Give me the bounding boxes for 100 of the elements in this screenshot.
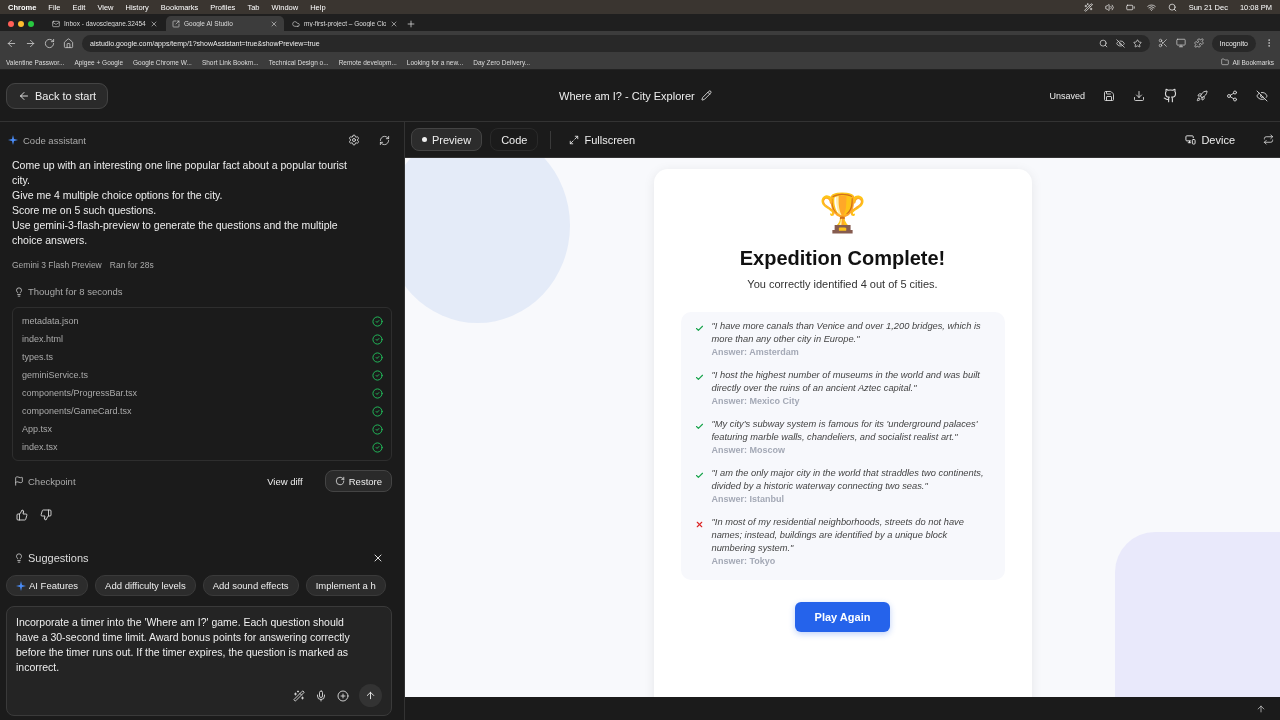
wand-icon[interactable] bbox=[293, 689, 305, 702]
thought-time: Thought for 8 seconds bbox=[28, 286, 123, 297]
folder-icon bbox=[1221, 58, 1230, 66]
mail-icon bbox=[52, 19, 60, 28]
arrow-left-icon bbox=[18, 89, 30, 102]
github-icon[interactable] bbox=[1163, 88, 1178, 103]
result-summary: You correctly identified 4 out of 5 cities. bbox=[747, 278, 938, 290]
forward-icon[interactable] bbox=[25, 37, 36, 49]
thumbs-up-icon[interactable] bbox=[16, 509, 28, 521]
file-name: components/GameCard.tsx bbox=[22, 406, 132, 416]
sparkle-icon bbox=[16, 580, 26, 591]
volume-icon bbox=[1104, 2, 1114, 12]
flag-icon bbox=[14, 476, 24, 486]
fullscreen-button[interactable]: Fullscreen bbox=[563, 133, 642, 146]
app-icon bbox=[172, 19, 180, 28]
prompt-message: Give me 4 multiple choice options for the city. bbox=[11, 188, 224, 203]
eye-off-icon[interactable] bbox=[1256, 89, 1268, 102]
eye-off-icon bbox=[1115, 38, 1125, 48]
fact-text: "In most of my residential neighborhoods, streets do not have names; instead, buildings are identified by a unique block numbering system." bbox=[711, 516, 965, 555]
back-button[interactable]: Back to start bbox=[6, 82, 109, 109]
wand-icon bbox=[1083, 2, 1093, 12]
close-icon[interactable] bbox=[390, 19, 398, 28]
prompt-input[interactable]: Incorporate a timer into the 'Where am I?' game. Each question should have a 30-second time limit. Award bonus points for answering correctly before the timer runs out. If the timer expires, the question is marked as incorrect. bbox=[6, 606, 392, 716]
monitor-icon[interactable] bbox=[1175, 38, 1186, 48]
file-name: index.tsx bbox=[22, 442, 58, 452]
file-name: metadata.json bbox=[22, 316, 79, 326]
download-icon[interactable] bbox=[1133, 89, 1145, 102]
search-icon bbox=[1167, 2, 1177, 12]
file-name: components/ProgressBar.tsx bbox=[22, 388, 138, 398]
expand-icon bbox=[569, 134, 580, 145]
zoom-icon bbox=[1098, 38, 1108, 48]
close-icon[interactable] bbox=[270, 19, 278, 28]
sparkle-icon bbox=[8, 135, 18, 145]
result-title: Expedition Complete! bbox=[739, 247, 946, 270]
prompt-message: Use gemini-3-flash-preview to generate the questions and the multiple choice answers. bbox=[11, 218, 339, 248]
close-button[interactable] bbox=[372, 552, 384, 564]
view-diff-button[interactable]: View diff bbox=[261, 474, 309, 488]
chevron-up-icon[interactable] bbox=[1256, 703, 1266, 714]
suggestions-title: Suggestions bbox=[28, 552, 89, 564]
thumbs-down-icon[interactable] bbox=[40, 509, 52, 521]
file-name: geminiService.ts bbox=[22, 370, 89, 380]
prompt-message: Score me on 5 such questions. bbox=[11, 203, 158, 218]
zoom-light[interactable] bbox=[28, 20, 34, 27]
fact-text: "I host the highest number of museums in the world and was built directly over the ruins of an ancient Aztec capital." bbox=[711, 369, 981, 395]
redo-icon bbox=[334, 476, 345, 486]
model-name: Gemini 3 Flash Preview bbox=[12, 260, 102, 270]
save-icon[interactable] bbox=[1103, 89, 1115, 102]
fact-text: "I have more canals than Venice and over 1,200 bridges, which is more than any other city in Europe." bbox=[711, 320, 982, 346]
settings-icon[interactable] bbox=[348, 134, 360, 146]
file-name: index.html bbox=[22, 334, 64, 344]
edit-icon[interactable] bbox=[700, 90, 712, 101]
star-icon[interactable] bbox=[1132, 38, 1142, 48]
lightbulb-icon bbox=[14, 553, 24, 563]
scissors-icon[interactable] bbox=[1157, 38, 1168, 48]
play-again-button[interactable]: Play Again bbox=[794, 602, 891, 632]
add-icon[interactable] bbox=[337, 689, 349, 702]
new-tab-icon[interactable] bbox=[406, 19, 416, 29]
rotate-icon[interactable] bbox=[1263, 134, 1274, 145]
refresh-icon[interactable] bbox=[379, 134, 390, 146]
answer-text: Answer: Istanbul bbox=[711, 493, 785, 506]
device-button[interactable]: Device bbox=[1179, 133, 1241, 146]
save-status: Unsaved bbox=[1049, 90, 1085, 101]
trophy-emoji: 🏆 bbox=[819, 191, 866, 235]
answer-text: Answer: Amsterdam bbox=[711, 346, 800, 359]
file-name: App.tsx bbox=[22, 424, 52, 434]
answer-text: Answer: Mexico City bbox=[711, 395, 801, 408]
back-icon[interactable] bbox=[6, 37, 17, 49]
prompt-message: Come up with an interesting one line popular fact about a popular tourist city. bbox=[11, 158, 349, 188]
share-icon[interactable] bbox=[1226, 89, 1238, 102]
file-name: types.ts bbox=[22, 352, 53, 362]
restore-button[interactable]: Restore bbox=[324, 470, 392, 492]
checkpoint-label: Checkpoint bbox=[28, 475, 76, 487]
suggestion-chip[interactable]: Add sound effects bbox=[202, 575, 299, 596]
suggestion-chip[interactable]: AI Features bbox=[6, 575, 89, 596]
microphone-icon[interactable] bbox=[315, 689, 327, 702]
home-icon[interactable] bbox=[63, 37, 74, 49]
close-icon[interactable] bbox=[150, 19, 158, 28]
arrow-up-icon bbox=[365, 690, 376, 701]
run-time: Ran for 28s bbox=[109, 260, 154, 270]
view-tab[interactable]: Code bbox=[490, 128, 539, 151]
fact-text: "My city's subway system is famous for its 'underground palaces' featuring marble walls, chandeliers, and socialist realist art." bbox=[711, 418, 979, 444]
cloud-icon bbox=[292, 19, 300, 28]
lightbulb-icon bbox=[14, 286, 24, 297]
suggestion-chip[interactable]: Implement a h bbox=[305, 575, 386, 596]
suggestion-chip[interactable]: Add difficulty levels bbox=[95, 575, 196, 596]
wifi-icon bbox=[1146, 2, 1156, 12]
send-button[interactable] bbox=[359, 684, 382, 707]
view-tab[interactable]: Preview bbox=[411, 128, 483, 151]
reload-icon[interactable] bbox=[44, 37, 55, 49]
devices-icon bbox=[1185, 134, 1197, 145]
close-icon bbox=[372, 552, 384, 564]
answer-text: Answer: Tokyo bbox=[711, 555, 777, 568]
close-light[interactable] bbox=[8, 20, 14, 27]
answer-text: Answer: Moscow bbox=[711, 444, 786, 457]
battery-icon bbox=[1125, 2, 1135, 12]
extensions-icon[interactable] bbox=[1193, 38, 1204, 48]
fact-text: "I am the only major city in the world that straddles two continents, divided by a historic waterway connecting two seas." bbox=[711, 467, 985, 493]
minimize-light[interactable] bbox=[18, 20, 24, 27]
project-title: Where am I? - City Explorer bbox=[559, 89, 695, 102]
rocket-icon[interactable] bbox=[1196, 89, 1208, 102]
